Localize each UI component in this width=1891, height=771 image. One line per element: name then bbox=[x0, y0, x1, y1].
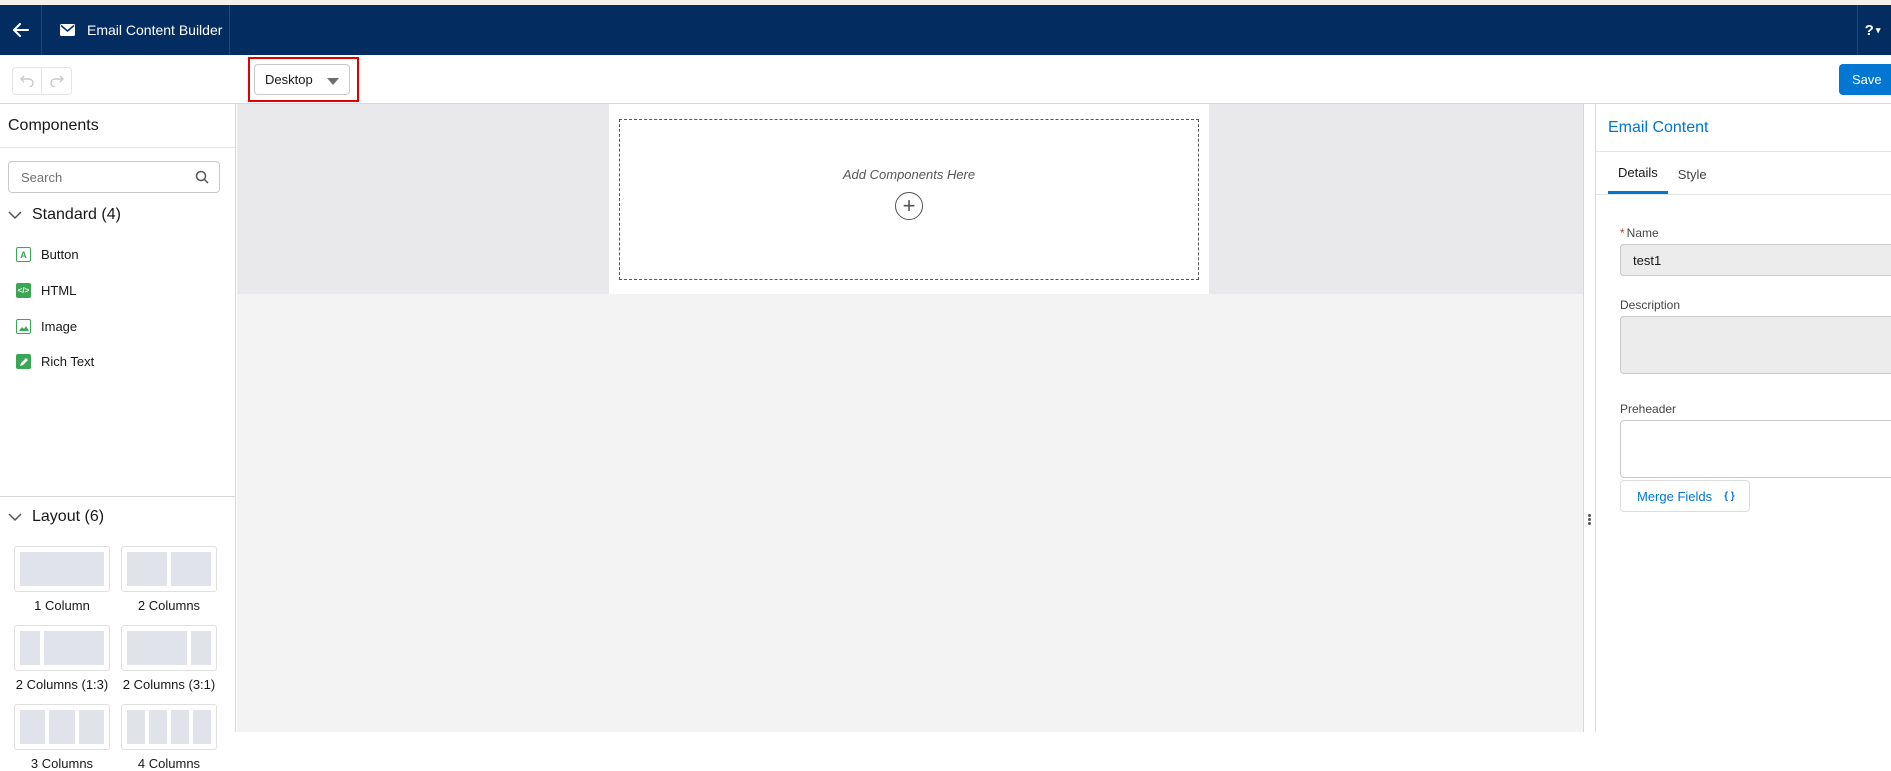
layout-2-columns-3-1-tile[interactable] bbox=[121, 625, 217, 671]
component-html[interactable]: </> HTML bbox=[16, 283, 76, 298]
layout-section-toggle[interactable]: Layout (6) bbox=[8, 508, 104, 526]
tabs-divider bbox=[1596, 194, 1891, 195]
column-block bbox=[193, 710, 211, 744]
column-block bbox=[78, 710, 104, 744]
name-field-label: * Name bbox=[1620, 226, 1659, 240]
column-block bbox=[171, 710, 189, 744]
app-title-area: Email Content Builder bbox=[42, 5, 230, 55]
layout-label: 2 Columns bbox=[137, 598, 201, 613]
image-icon bbox=[16, 319, 31, 334]
plus-circle-icon[interactable]: + bbox=[895, 192, 923, 220]
properties-panel: Email Content Details Style * Name test1 … bbox=[1596, 104, 1891, 732]
toolbar: Desktop Save bbox=[0, 55, 1891, 104]
layout-2-columns-tile[interactable] bbox=[121, 546, 217, 592]
email-body: Add Components Here + bbox=[609, 104, 1209, 294]
tab-style[interactable]: Style bbox=[1668, 154, 1717, 194]
layout-label: 3 Columns bbox=[30, 756, 94, 771]
column-block bbox=[20, 631, 40, 665]
merge-fields-braces-icon: { } bbox=[1724, 490, 1735, 502]
layout-label: 1 Column bbox=[34, 598, 90, 613]
component-label: HTML bbox=[41, 283, 77, 298]
layout-2-columns-1-3-tile[interactable] bbox=[14, 625, 110, 671]
column-block bbox=[49, 710, 75, 744]
back-arrow-icon bbox=[12, 23, 29, 37]
component-drop-zone[interactable]: Add Components Here + bbox=[619, 119, 1199, 280]
column-block bbox=[127, 710, 145, 744]
components-title: Components bbox=[0, 104, 235, 148]
layout-heading: Layout (6) bbox=[32, 508, 105, 525]
canvas-backdrop: Add Components Here + bbox=[237, 104, 1583, 294]
component-label: Button bbox=[41, 247, 79, 262]
layout-label: 4 Columns bbox=[137, 756, 201, 771]
button-icon: A bbox=[16, 247, 31, 262]
chevron-down-icon bbox=[8, 513, 22, 522]
component-label: Image bbox=[41, 319, 78, 334]
layout-1-column-tile[interactable] bbox=[14, 546, 110, 592]
component-button[interactable]: A Button bbox=[16, 247, 79, 262]
html-code-icon: </> bbox=[16, 283, 31, 298]
name-value: test1 bbox=[1633, 252, 1662, 268]
layout-label: 2 Columns (1:3) bbox=[15, 677, 109, 692]
email-canvas: Add Components Here + bbox=[237, 104, 1583, 732]
column-block bbox=[191, 631, 211, 665]
column-block bbox=[171, 552, 211, 586]
properties-title: Email Content bbox=[1596, 104, 1891, 152]
tab-details[interactable]: Details bbox=[1608, 154, 1668, 194]
standard-section-toggle[interactable]: Standard (4) bbox=[8, 206, 121, 224]
column-block bbox=[149, 710, 167, 744]
redo-button[interactable] bbox=[42, 67, 72, 95]
search-icon bbox=[195, 170, 209, 184]
panel-divider bbox=[0, 496, 236, 497]
components-panel: Components Search Standard (4) A Button … bbox=[0, 104, 236, 771]
component-search-input[interactable]: Search bbox=[8, 161, 220, 193]
layout-3-columns-tile[interactable] bbox=[14, 704, 110, 750]
merge-fields-button[interactable]: Merge Fields { } bbox=[1620, 480, 1750, 512]
undo-icon bbox=[20, 75, 34, 87]
preheader-field-label: Preheader bbox=[1620, 402, 1677, 416]
column-block bbox=[127, 631, 187, 665]
name-field[interactable]: test1 bbox=[1620, 244, 1891, 276]
chevron-down-icon: ▾ bbox=[1875, 24, 1881, 35]
redo-icon bbox=[49, 75, 64, 87]
undo-redo-group bbox=[12, 67, 72, 95]
email-envelope-icon bbox=[60, 24, 75, 36]
layout-label: 2 Columns (3:1) bbox=[122, 677, 216, 692]
component-rich-text[interactable]: Rich Text bbox=[16, 354, 94, 369]
dropdown-caret-icon bbox=[327, 78, 339, 85]
device-view-value: Desktop bbox=[265, 72, 313, 87]
component-image[interactable]: Image bbox=[16, 319, 77, 334]
undo-button[interactable] bbox=[12, 67, 42, 95]
preheader-textarea[interactable] bbox=[1620, 420, 1891, 478]
layout-4-columns-tile[interactable] bbox=[121, 704, 217, 750]
component-label: Rich Text bbox=[41, 354, 95, 369]
chevron-down-icon bbox=[8, 211, 22, 220]
drop-zone-text: Add Components Here bbox=[842, 167, 976, 182]
help-menu-button[interactable]: ? ▾ bbox=[1857, 5, 1887, 55]
help-icon: ? bbox=[1864, 21, 1874, 39]
app-header: Email Content Builder ? ▾ bbox=[0, 5, 1891, 55]
app-title: Email Content Builder bbox=[87, 22, 223, 38]
panel-resize-handle[interactable] bbox=[1583, 104, 1596, 732]
device-view-dropdown[interactable]: Desktop bbox=[254, 64, 350, 95]
column-block bbox=[20, 710, 46, 744]
description-textarea[interactable] bbox=[1620, 316, 1891, 374]
column-block bbox=[20, 552, 104, 586]
rich-text-pencil-icon bbox=[16, 354, 31, 369]
description-field-label: Description bbox=[1620, 298, 1681, 312]
column-block bbox=[127, 552, 167, 586]
standard-heading: Standard (4) bbox=[32, 206, 121, 223]
required-asterisk: * bbox=[1620, 226, 1625, 240]
save-button[interactable]: Save bbox=[1839, 64, 1891, 95]
column-block bbox=[44, 631, 104, 665]
back-button[interactable] bbox=[0, 5, 42, 55]
merge-fields-label: Merge Fields bbox=[1637, 488, 1713, 504]
search-placeholder: Search bbox=[21, 169, 63, 185]
drag-grip-icon bbox=[1588, 514, 1592, 528]
name-label-text: Name bbox=[1626, 226, 1659, 240]
properties-tabs: Details Style bbox=[1608, 154, 1717, 194]
